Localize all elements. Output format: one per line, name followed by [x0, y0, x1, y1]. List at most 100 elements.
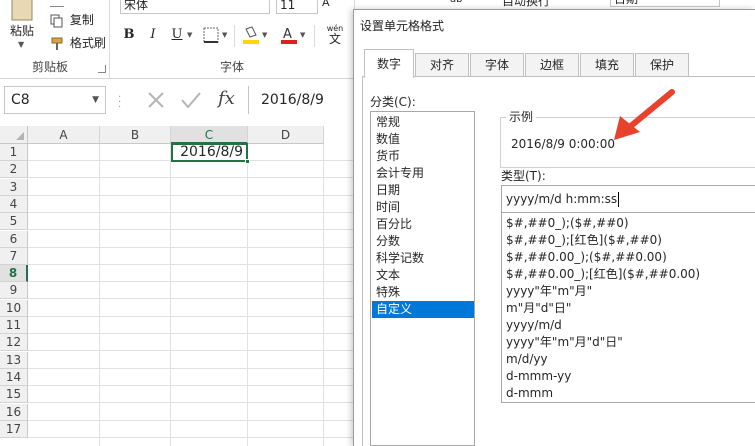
dialog-title: 设置单元格格式 [360, 19, 445, 33]
underline-dropdown-icon[interactable]: ▼ [187, 26, 192, 44]
format-item[interactable]: yyyy/m/d [506, 317, 562, 334]
column-header-b[interactable]: B [100, 126, 171, 144]
font-color-dropdown-icon[interactable]: ▼ [300, 26, 305, 44]
row-header-9[interactable]: 9 [0, 282, 28, 300]
grid-line [28, 333, 360, 334]
cut-button[interactable] [50, 0, 66, 7]
copy-button[interactable]: 复制 [50, 11, 94, 28]
format-item[interactable]: yyyy"年"m"月" [506, 283, 592, 300]
underline-button[interactable]: U [168, 26, 186, 44]
category-item[interactable]: 货币 [372, 148, 474, 165]
paste-icon[interactable] [7, 0, 37, 22]
row-header-2[interactable]: 2 [0, 161, 28, 179]
format-item[interactable]: $#,##0_);[红色]($#,##0) [506, 232, 662, 249]
tab-protection[interactable]: 保护 [635, 53, 689, 77]
category-item[interactable]: 时间 [372, 199, 474, 216]
row-header-12[interactable]: 12 [0, 334, 28, 352]
format-item[interactable]: $#,##0.00_);[红色]($#,##0.00) [506, 266, 700, 283]
name-box-dropdown-icon[interactable]: ▼ [92, 87, 99, 113]
font-size-select[interactable]: 11 [276, 0, 318, 14]
format-item[interactable]: m/d/yy [506, 351, 548, 368]
category-item[interactable]: 数值 [372, 131, 474, 148]
wrap-text-button[interactable]: 自动换行 [502, 0, 550, 9]
tab-border[interactable]: 边框 [525, 53, 579, 77]
row-header-13[interactable]: 13 [0, 351, 28, 369]
tab-number[interactable]: 数字 [364, 49, 414, 78]
formula-bar-grip-icon[interactable]: ... [118, 90, 121, 110]
name-box[interactable]: C8 ▼ [4, 86, 106, 114]
tab-fill[interactable]: 填充 [580, 53, 634, 77]
row-header-7[interactable]: 7 [0, 247, 28, 265]
increase-font-icon[interactable]: A [322, 0, 330, 9]
category-list[interactable]: 常规 数值 货币 会计专用 日期 时间 百分比 分数 科学记数 文本 特殊 自定义 [370, 111, 475, 446]
border-dropdown-icon[interactable]: ▼ [222, 26, 227, 44]
column-header-a[interactable]: A [28, 126, 100, 144]
format-item[interactable]: $#,##0_);($#,##0) [506, 215, 629, 232]
format-item[interactable]: $#,##0.00_);($#,##0.00) [506, 249, 667, 266]
grid-line [28, 177, 360, 179]
insert-function-button[interactable]: fx [218, 88, 235, 109]
name-box-value: C8 [11, 92, 30, 108]
phonetic-button[interactable]: wén 文 [322, 24, 348, 50]
row-header-5[interactable]: 5 [0, 213, 28, 231]
clipboard-launcher-icon[interactable] [98, 65, 106, 73]
cancel-icon[interactable] [143, 88, 169, 112]
row-header-4[interactable]: 4 [0, 195, 28, 213]
border-icon[interactable] [203, 27, 219, 43]
column-header-d[interactable]: D [248, 126, 324, 144]
fill-color-dropdown-icon[interactable]: ▼ [262, 26, 267, 44]
font-name-select[interactable]: 宋体 [120, 0, 270, 14]
format-painter-button[interactable]: 格式刷 [50, 34, 106, 51]
row-header-1[interactable]: 1 [0, 144, 28, 161]
category-item[interactable]: 文本 [372, 267, 474, 284]
category-item[interactable]: 自定义 [372, 301, 474, 318]
fill-color-icon[interactable] [242, 25, 260, 45]
orientation-icon[interactable]: ab [450, 0, 462, 5]
row-header-17[interactable]: 17 [0, 420, 28, 438]
format-item[interactable]: m"月"d"日" [506, 300, 571, 317]
row-header-8[interactable]: 8 [0, 265, 28, 283]
type-input[interactable]: yyyy/m/d h:mm:ss [501, 185, 755, 213]
number-format-select[interactable]: 日期 [610, 0, 720, 7]
row-header-3[interactable]: 3 [0, 178, 28, 196]
grid-line [28, 436, 360, 438]
paste-dropdown-icon[interactable]: ▼ [18, 40, 24, 49]
active-cell-c8[interactable]: 2016/8/9 [171, 143, 248, 162]
grid-line [28, 211, 360, 213]
type-input-value: yyyy/m/d h:mm:ss [506, 192, 618, 206]
italic-button[interactable]: I [144, 26, 162, 44]
font-group-label: 字体 [220, 60, 245, 74]
grid-line [28, 402, 360, 404]
row-header-10[interactable]: 10 [0, 299, 28, 317]
row-header-16[interactable]: 16 [0, 403, 28, 421]
column-header-c[interactable]: C [171, 126, 248, 144]
font-color-icon[interactable]: A [280, 25, 298, 45]
tab-alignment[interactable]: 对齐 [415, 53, 469, 77]
category-item[interactable]: 科学记数 [372, 250, 474, 267]
fill-handle[interactable] [245, 159, 250, 164]
format-item[interactable]: d-mmm-yy [506, 368, 571, 385]
format-painter-label: 格式刷 [69, 36, 106, 50]
bold-button[interactable]: B [120, 26, 138, 44]
paste-button[interactable]: 粘贴 [10, 22, 34, 39]
category-item[interactable]: 会计专用 [372, 165, 474, 182]
row-header-14[interactable]: 14 [0, 368, 28, 386]
select-all-button[interactable] [0, 126, 28, 144]
format-item[interactable]: yyyy"年"m"月"d"日" [506, 334, 623, 351]
category-item[interactable]: 常规 [372, 114, 474, 131]
grid-line [28, 281, 360, 283]
enter-check-icon[interactable] [178, 88, 204, 112]
category-item[interactable]: 分数 [372, 233, 474, 250]
phonetic-icon: 文 [328, 32, 341, 46]
row-header-6[interactable]: 6 [0, 230, 28, 248]
formula-input[interactable]: 2016/8/9 [248, 86, 363, 114]
grid-line [28, 350, 360, 352]
category-item[interactable]: 百分比 [372, 216, 474, 233]
category-item[interactable]: 日期 [372, 182, 474, 199]
row-header-15[interactable]: 15 [0, 386, 28, 404]
format-list[interactable]: $#,##0_);($#,##0) $#,##0_);[红色]($#,##0) $#… [501, 213, 755, 403]
tab-font[interactable]: 字体 [470, 53, 524, 77]
format-item[interactable]: d-mmm [506, 385, 553, 402]
row-header-11[interactable]: 11 [0, 317, 28, 334]
category-item[interactable]: 特殊 [372, 284, 474, 301]
